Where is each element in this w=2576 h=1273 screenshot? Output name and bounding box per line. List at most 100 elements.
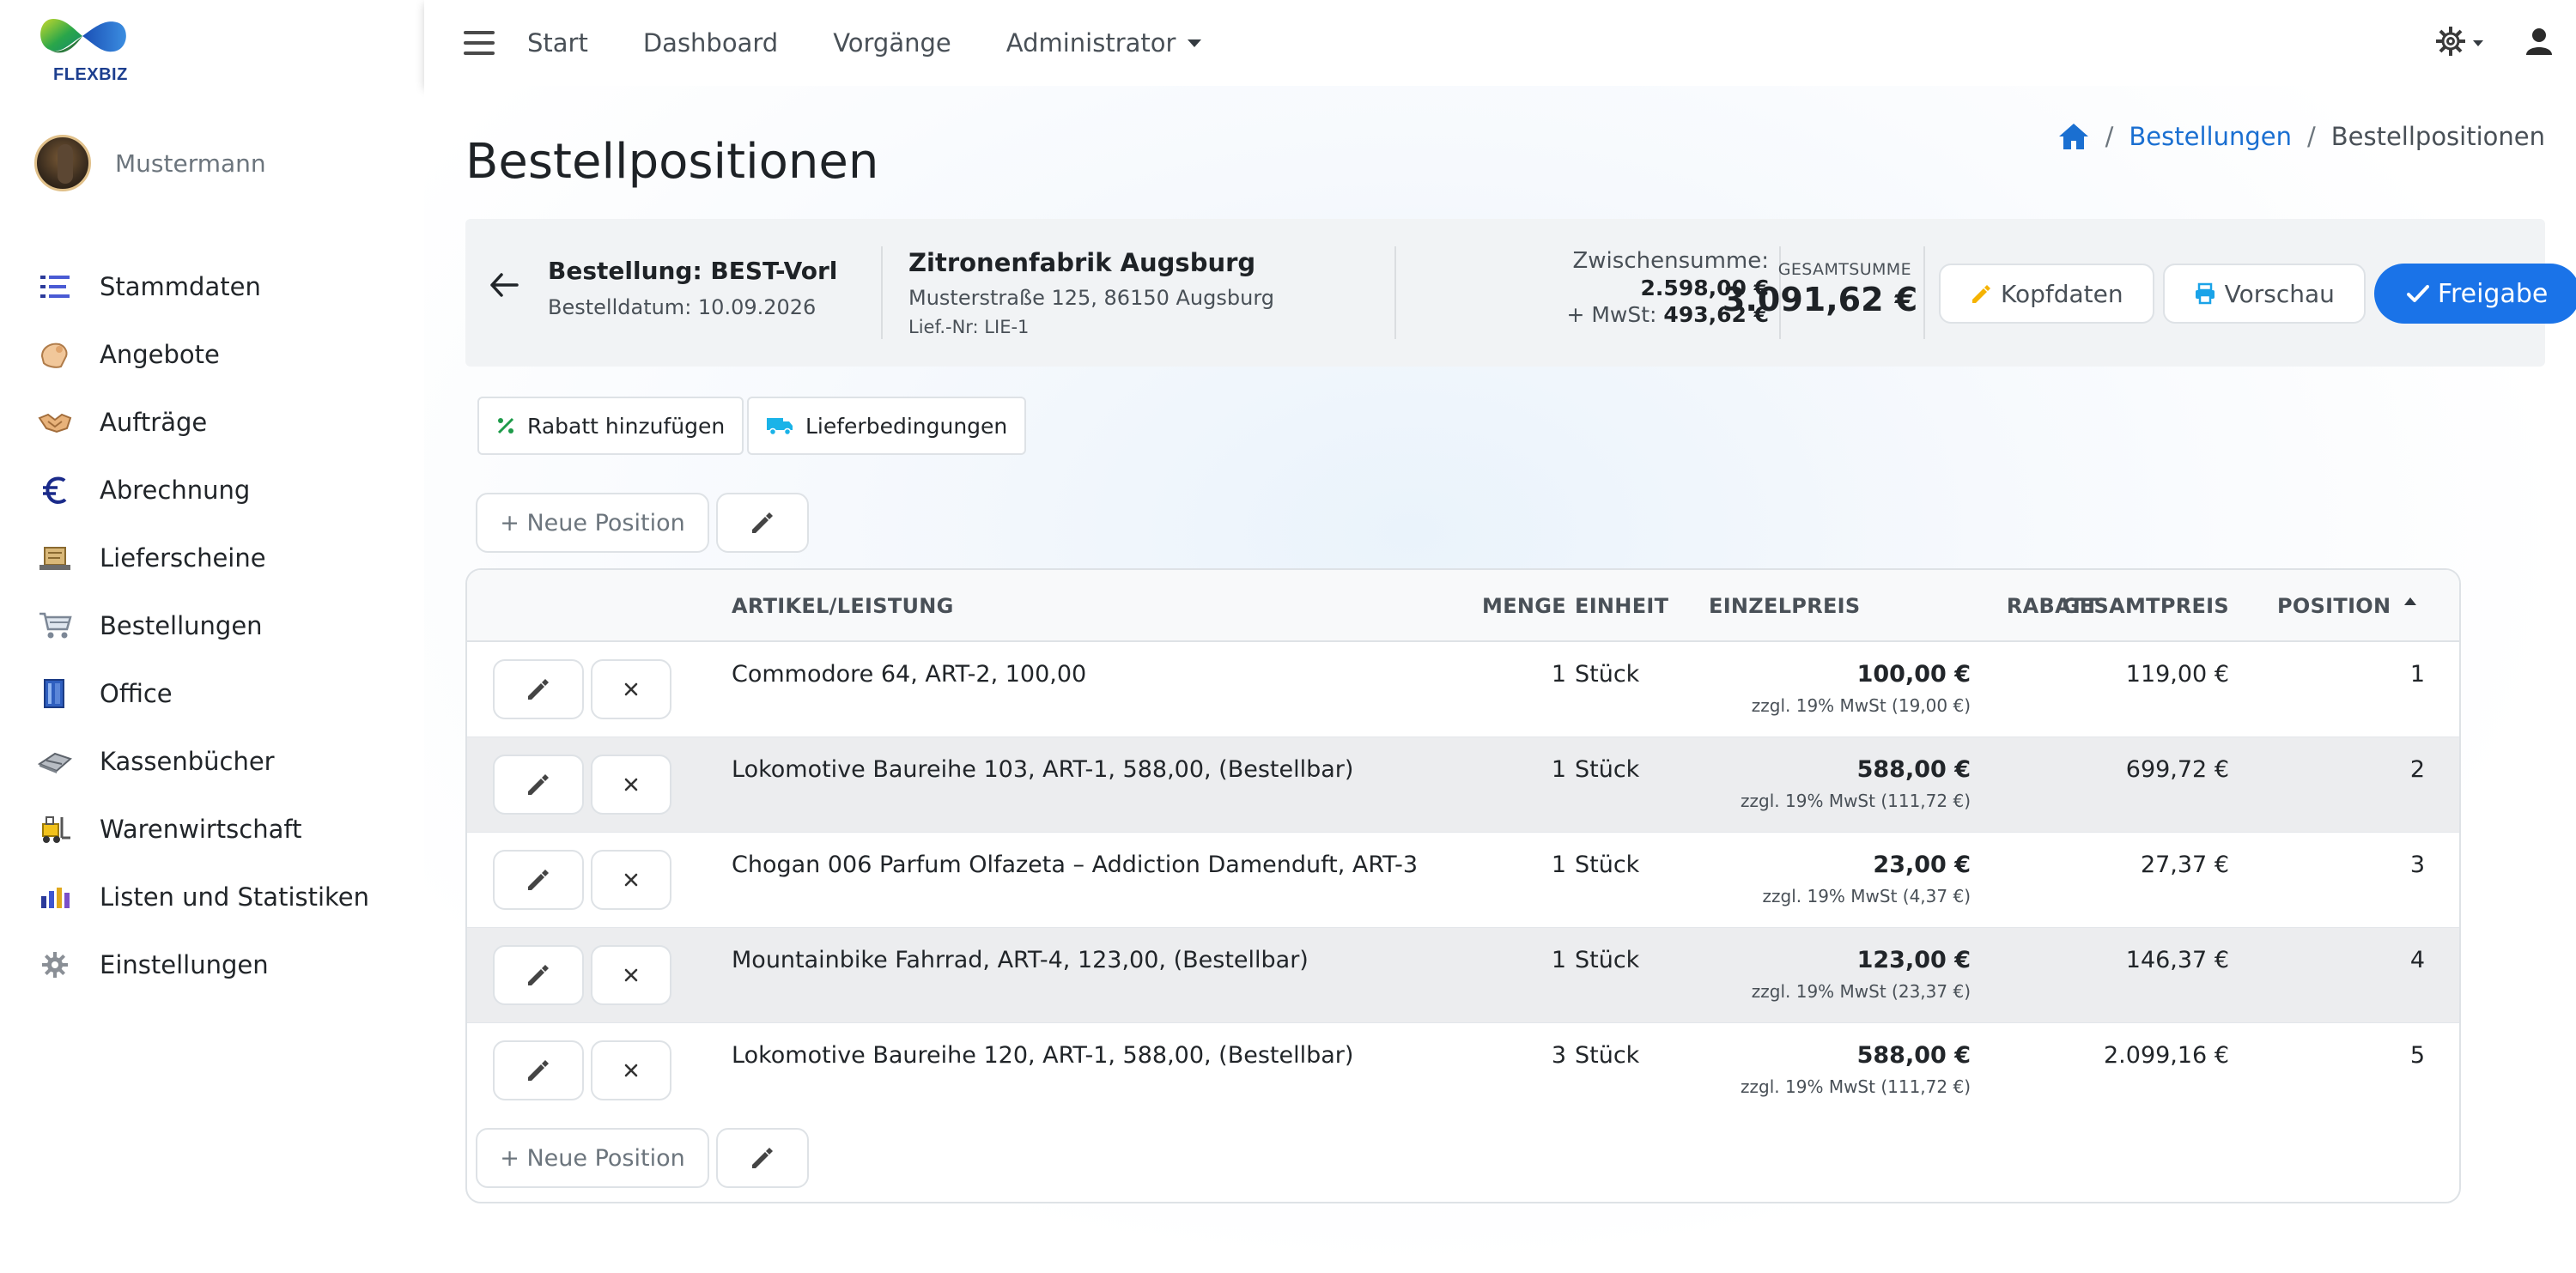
sidebar-item-bestellungen[interactable]: Bestellungen — [38, 591, 416, 659]
cell-menge: 1 — [1551, 661, 1566, 688]
sidebar-item-stammdaten[interactable]: Stammdaten — [38, 252, 416, 320]
user-icon[interactable] — [2526, 27, 2552, 58]
neue-position-button-bottom[interactable]: + Neue Position — [476, 1128, 709, 1188]
truck-icon — [767, 418, 793, 436]
sidebar-item-kassenbuecher[interactable]: Kassenbücher — [38, 727, 416, 795]
sidebar-item-angebote[interactable]: Angebote — [38, 320, 416, 388]
cart-icon — [38, 609, 72, 643]
subtotal-value: 2.598,00 € — [1640, 276, 1769, 300]
divider — [881, 246, 883, 339]
main-content: Bestellpositionen / Bestellungen / Beste… — [424, 86, 2576, 1273]
order-date: Bestelldatum: 10.09.2026 — [548, 295, 817, 319]
rabatt-hinzufuegen-button[interactable]: Rabatt hinzufügen — [477, 397, 744, 455]
bulk-edit-button-top[interactable] — [716, 493, 809, 553]
cell-mwst: zzgl. 19% MwSt (23,37 €) — [1751, 981, 1971, 1002]
lieferbedingungen-button[interactable]: Lieferbedingungen — [747, 397, 1027, 455]
cell-gesamtpreis: 699,72 € — [2125, 756, 2229, 783]
delete-row-button[interactable] — [591, 659, 671, 719]
edit-row-button[interactable] — [493, 850, 584, 910]
sidebar-item-abrechnung[interactable]: Abrechnung — [38, 456, 416, 524]
settings-dropdown[interactable] — [2435, 26, 2483, 60]
topnav-administrator[interactable]: Administrator — [1006, 28, 1202, 58]
edit-row-button[interactable] — [493, 945, 584, 1005]
close-icon — [624, 778, 638, 791]
pencil-icon — [528, 679, 549, 700]
pencil-icon — [528, 965, 549, 985]
lieferbedingungen-label: Lieferbedingungen — [805, 413, 1008, 439]
subtotals: Zwischensumme: 2.598,00 € + MwSt: 493,62… — [1410, 248, 1769, 327]
total-label: GESAMTSUMME — [1777, 260, 1911, 279]
edit-row-button[interactable] — [493, 659, 584, 719]
cell-gesamtpreis: 2.099,16 € — [2104, 1042, 2229, 1069]
table-header: ARTIKEL/LEISTUNG MENGE EINHEIT EINZELPRE… — [467, 570, 2459, 642]
office-icon — [38, 676, 72, 711]
supplier-number: Lief.-Nr: LIE-1 — [908, 317, 1030, 337]
close-icon — [624, 873, 638, 887]
topnav-start[interactable]: Start — [527, 28, 588, 58]
delete-row-button[interactable] — [591, 945, 671, 1005]
sort-ascending-icon — [2404, 597, 2417, 605]
col-menge[interactable]: MENGE — [1446, 570, 1566, 642]
freigabe-button[interactable]: Freigabe — [2373, 264, 2576, 324]
hamburger-menu-icon[interactable] — [464, 31, 495, 55]
order-header-card: Bestellung: BEST-Vorl Bestelldatum: 10.0… — [465, 219, 2576, 367]
breadcrumb-bestellungen[interactable]: Bestellungen — [2129, 122, 2292, 151]
cell-menge: 1 — [1551, 852, 1566, 878]
neue-position-button-top[interactable]: + Neue Position — [476, 493, 709, 553]
chevron-down-icon — [1188, 39, 1202, 47]
edit-row-button[interactable] — [493, 1040, 584, 1100]
chevron-down-icon — [2473, 39, 2483, 46]
order-actions: Kopfdaten Vorschau Freigabe — [1939, 264, 2576, 324]
cell-mwst: zzgl. 19% MwSt (19,00 €) — [1751, 695, 1971, 716]
topnav-dashboard[interactable]: Dashboard — [643, 28, 778, 58]
col-position[interactable]: POSITION — [2277, 570, 2417, 642]
edit-row-button[interactable] — [493, 755, 584, 815]
euro-icon — [38, 473, 72, 507]
sidebar-item-listen[interactable]: Listen und Statistiken — [38, 863, 416, 931]
cell-gesamtpreis: 146,37 € — [2125, 947, 2229, 973]
topnav-administrator-label: Administrator — [1005, 28, 1176, 58]
grand-total: GESAMTSUMME 3.091,62 € — [1722, 260, 1918, 318]
order-info: Bestellung: BEST-Vorl Bestelldatum: 10.0… — [548, 257, 837, 319]
pencil-icon — [528, 1060, 549, 1081]
home-icon[interactable] — [2057, 122, 2090, 151]
sidebar-item-auftraege[interactable]: Aufträge — [38, 388, 416, 456]
sidebar-item-label: Office — [100, 678, 173, 708]
sidebar-item-einstellungen[interactable]: Einstellungen — [38, 931, 416, 998]
breadcrumb-separator: / — [2306, 122, 2316, 151]
order-number: Bestellung: BEST-Vorl — [548, 257, 838, 285]
topnav-vorgaenge[interactable]: Vorgänge — [833, 28, 951, 58]
delete-row-button[interactable] — [591, 1040, 671, 1100]
col-einzelpreis[interactable]: EINZELPREIS — [1709, 570, 1860, 642]
sidebar-item-label: Aufträge — [100, 407, 208, 437]
delete-row-button[interactable] — [591, 755, 671, 815]
sidebar-item-office[interactable]: Office — [38, 659, 416, 727]
freigabe-label: Freigabe — [2437, 278, 2549, 309]
table-row: Chogan 006 Parfum Olfazeta – Addiction D… — [467, 833, 2459, 928]
col-artikel[interactable]: ARTIKEL/LEISTUNG — [732, 570, 954, 642]
back-arrow-icon[interactable] — [489, 272, 519, 301]
avatar — [34, 135, 91, 191]
sidebar-item-lieferscheine[interactable]: Lieferscheine — [38, 524, 416, 591]
bulk-edit-button-bottom[interactable] — [716, 1128, 809, 1188]
vorschau-button[interactable]: Vorschau — [2162, 264, 2366, 324]
supplier-info: Zitronenfabrik Augsburg Musterstraße 125… — [908, 248, 1274, 337]
cell-artikel: Lokomotive Baureihe 120, ART-1, 588,00, … — [732, 1042, 1354, 1069]
sidebar-item-label: Stammdaten — [100, 271, 261, 301]
vorschau-label: Vorschau — [2224, 279, 2335, 308]
pencil-icon — [528, 774, 549, 795]
cell-artikel: Mountainbike Fahrrad, ART-4, 123,00, (Be… — [732, 947, 1309, 973]
col-einheit[interactable]: EINHEIT — [1575, 570, 1668, 642]
user-name: Mustermann — [115, 149, 266, 178]
user-profile[interactable]: Mustermann — [34, 134, 266, 192]
col-gesamtpreis[interactable]: GESAMTPREIS — [2063, 570, 2229, 642]
cell-position: 3 — [2409, 852, 2425, 878]
kopfdaten-button[interactable]: Kopfdaten — [1939, 264, 2154, 324]
cell-artikel: Chogan 006 Parfum Olfazeta – Addiction D… — [732, 852, 1419, 878]
delete-row-button[interactable] — [591, 850, 671, 910]
kopfdaten-label: Kopfdaten — [2001, 279, 2123, 308]
cell-position: 4 — [2409, 947, 2425, 973]
cell-artikel: Commodore 64, ART-2, 100,00 — [732, 661, 1087, 688]
total-value: 3.091,62 € — [1722, 281, 1918, 318]
sidebar-item-warenwirtschaft[interactable]: Warenwirtschaft — [38, 795, 416, 863]
